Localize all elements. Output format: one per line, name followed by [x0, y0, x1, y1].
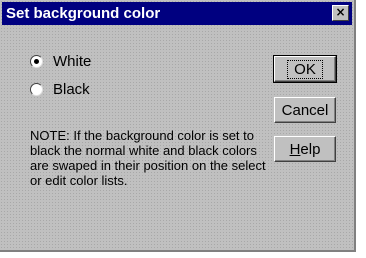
radio-option-white[interactable]: White	[30, 52, 91, 70]
title-bar[interactable]: Set background color ×	[2, 2, 352, 25]
radio-label-white[interactable]: White	[53, 53, 91, 70]
radio-button-white[interactable]	[30, 54, 43, 68]
ok-button-label: OK	[287, 59, 323, 79]
radio-label-black[interactable]: Black	[53, 81, 90, 98]
cancel-button[interactable]: Cancel	[274, 97, 336, 123]
ok-button[interactable]: OK	[273, 55, 337, 83]
radio-option-black[interactable]: Black	[30, 80, 90, 98]
close-button[interactable]: ×	[332, 5, 349, 21]
close-icon: ×	[335, 5, 346, 19]
radio-button-black[interactable]	[30, 82, 43, 96]
help-button[interactable]: Help	[274, 136, 336, 162]
dialog-title: Set background color	[6, 5, 161, 22]
set-background-color-dialog: Set background color × White Black NOTE:…	[0, 0, 356, 252]
help-button-label: Help	[289, 140, 321, 158]
cancel-button-label: Cancel	[281, 101, 329, 119]
note-text: NOTE: If the background color is set to …	[30, 128, 266, 188]
